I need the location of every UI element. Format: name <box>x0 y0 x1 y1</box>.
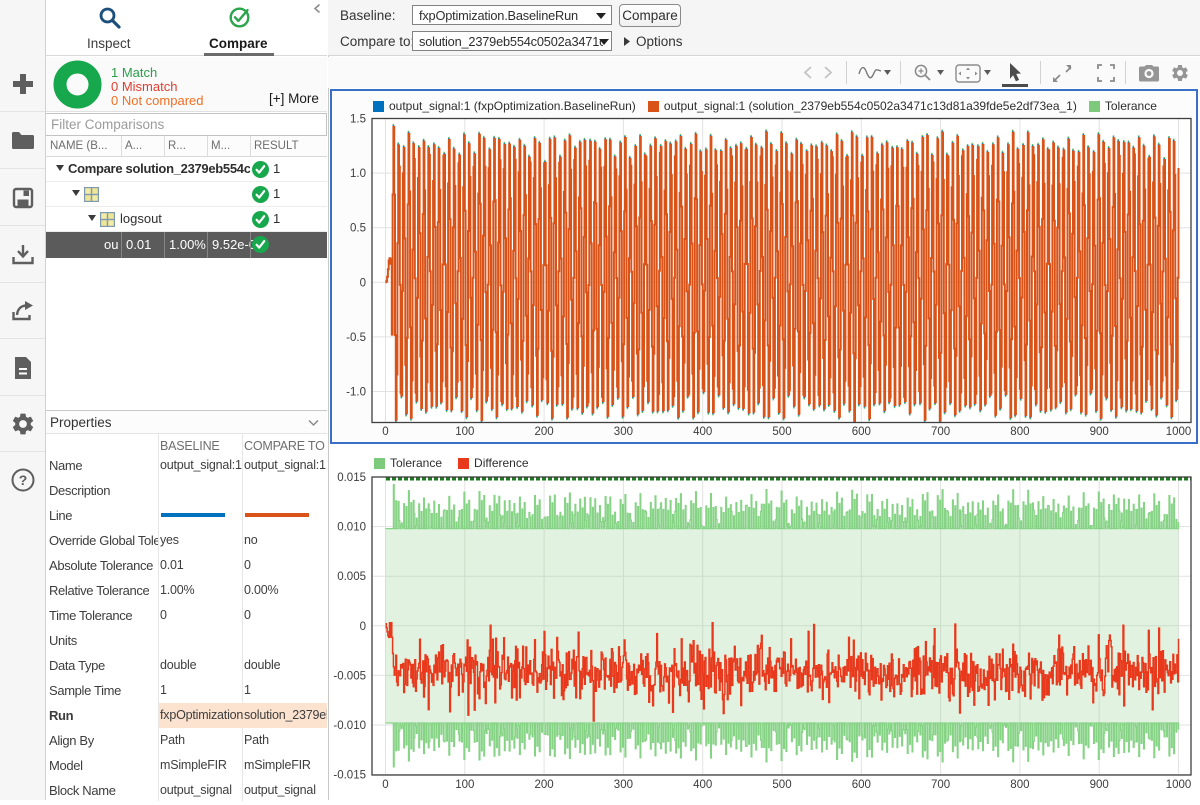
svg-text:200: 200 <box>535 779 554 791</box>
svg-text:800: 800 <box>1010 779 1029 791</box>
svg-text:1.5: 1.5 <box>350 114 366 126</box>
svg-text:0: 0 <box>382 779 388 791</box>
svg-text:1.0: 1.0 <box>350 168 366 180</box>
svg-text:-0.010: -0.010 <box>333 720 366 732</box>
svg-text:0.010: 0.010 <box>337 522 366 534</box>
svg-text:700: 700 <box>931 779 950 791</box>
svg-text:500: 500 <box>772 426 791 438</box>
svg-text:0.015: 0.015 <box>337 472 366 484</box>
svg-text:400: 400 <box>693 426 712 438</box>
svg-text:900: 900 <box>1090 779 1109 791</box>
svg-text:600: 600 <box>852 426 871 438</box>
svg-text:700: 700 <box>931 426 950 438</box>
svg-text:300: 300 <box>614 426 633 438</box>
svg-text:-1.0: -1.0 <box>346 387 366 399</box>
svg-text:0.005: 0.005 <box>337 571 366 583</box>
svg-text:300: 300 <box>614 779 633 791</box>
svg-text:0: 0 <box>360 277 366 289</box>
svg-text:100: 100 <box>455 426 474 438</box>
svg-text:200: 200 <box>535 426 554 438</box>
svg-text:800: 800 <box>1010 426 1029 438</box>
svg-text:400: 400 <box>693 779 712 791</box>
svg-text:900: 900 <box>1090 426 1109 438</box>
svg-text:600: 600 <box>852 779 871 791</box>
svg-text:-0.5: -0.5 <box>346 332 366 344</box>
svg-text:-0.015: -0.015 <box>333 770 366 782</box>
svg-text:100: 100 <box>455 779 474 791</box>
svg-text:?: ? <box>18 472 27 488</box>
svg-text:1000: 1000 <box>1166 426 1192 438</box>
svg-text:500: 500 <box>772 779 791 791</box>
svg-text:-0.005: -0.005 <box>333 670 366 682</box>
svg-text:0: 0 <box>360 621 366 633</box>
svg-text:0.5: 0.5 <box>350 223 366 235</box>
svg-text:0: 0 <box>382 426 388 438</box>
svg-text:1000: 1000 <box>1166 779 1192 791</box>
